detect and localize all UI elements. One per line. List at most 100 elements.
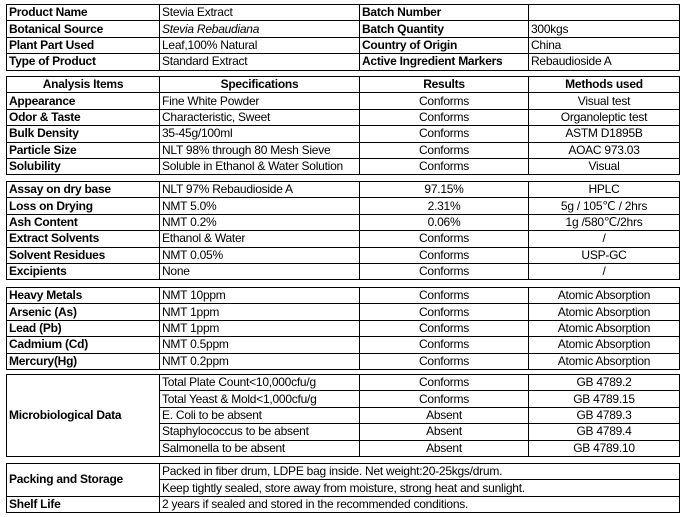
method: Atomic Absorption <box>528 303 680 321</box>
method: Visual test <box>528 92 680 110</box>
analysis-item: Particle Size <box>6 141 160 159</box>
table-row: Mercury(Hg) NMT 0.2ppm Conforms Atomic Abso… <box>6 352 680 370</box>
specification: Soluble in Ethanol & Water Solution <box>159 157 360 176</box>
specification: NMT 1ppm <box>159 303 360 321</box>
table-row: Loss on Drying NMT 5.0% 2.31% 5g / 105℃ / 2… <box>6 197 680 215</box>
result: Absent <box>359 439 529 457</box>
method: Visual <box>528 157 680 176</box>
method: AOAC 973.03 <box>528 141 680 159</box>
specification: NMT 0.5ppm <box>159 336 360 354</box>
table-row: Type of Product Standard Extract Active In… <box>6 53 680 71</box>
method: GB 4789.2 <box>528 373 680 392</box>
analysis-item: Extract Solvents <box>6 230 160 248</box>
result: Absent <box>359 423 529 441</box>
method: 1g /580℃/2hrs <box>528 213 680 232</box>
method: Atomic Absorption <box>528 336 680 354</box>
table-row: Packing and Storage Packed in fiber drum,… <box>6 462 680 497</box>
microbiological-table: Microbiological Data Total Plate Count<10… <box>6 373 680 457</box>
packing-text: Keep tightly sealed, store away from moi… <box>159 479 680 497</box>
specification: Salmonella to be absent <box>159 439 360 457</box>
field-value: Rebaudioside A <box>528 53 680 71</box>
specification: Total Yeast & Mold<1,000cfu/g <box>159 390 360 408</box>
table-row: Bulk Density 35-45g/100ml Conforms ASTM D18… <box>6 125 680 143</box>
analysis-item: Cadmium (Cd) <box>6 336 160 354</box>
result: Conforms <box>359 141 529 159</box>
field-value: Stevia Extract <box>159 3 360 22</box>
method: ASTM D1895B <box>528 125 680 143</box>
specification: Staphylococcus to be absent <box>159 423 360 441</box>
analysis-item: Solubility <box>6 157 160 176</box>
packing-text: Packed in fiber drum, LDPE bag inside. N… <box>159 462 680 481</box>
table-row: Appearance Fine White Powder Conforms Visua… <box>6 92 680 110</box>
analysis-item: Ash Content <box>6 213 160 232</box>
analysis-item: Solvent Residues <box>6 246 160 264</box>
table-row: Heavy Metals NMT 10ppm Conforms Atomic Abso… <box>6 286 680 305</box>
result: 0.06% <box>359 213 529 232</box>
field-label: Batch Quantity <box>359 20 529 38</box>
field-value: 300kgs <box>528 20 680 38</box>
table-row: Plant Part Used Leaf,100% Natural Country … <box>6 36 680 55</box>
table-row: Analysis Items Specifications Results Metho… <box>6 75 680 94</box>
shelf-life-label: Shelf Life <box>6 495 160 514</box>
field-value: Leaf,100% Natural <box>159 36 360 55</box>
table-row: Particle Size NLT 98% through 80 Mesh Sie… <box>6 141 680 159</box>
specification: NMT 1ppm <box>159 319 360 338</box>
result: Conforms <box>359 352 529 370</box>
field-value: Standard Extract <box>159 53 360 71</box>
table-row: Assay on dry base NLT 97% Rebaudioside A9… <box>6 180 680 199</box>
shelf-life-value: 2 years if sealed and stored in the reco… <box>159 495 680 514</box>
specification: Characteristic, Sweet <box>159 108 360 127</box>
specification: NMT 0.2% <box>159 213 360 232</box>
specification: E. Coli to be absent <box>159 406 360 425</box>
table-row: Arsenic (As) NMT 1ppm Conforms Atomic Absor… <box>6 303 680 321</box>
specification: NLT 97% Rebaudioside A <box>159 180 360 199</box>
field-value: China <box>528 36 680 55</box>
method: GB 4789.4 <box>528 423 680 441</box>
table-row: Cadmium (Cd) NMT 0.5ppm Conforms Atomic Abs… <box>6 336 680 354</box>
result: Conforms <box>359 230 529 248</box>
packing-label: Packing and Storage <box>6 463 160 497</box>
field-value <box>528 3 680 22</box>
analysis-item: Odor & Taste <box>6 108 160 127</box>
analysis-item: Arsenic (As) <box>6 303 160 321</box>
result: Conforms <box>359 319 529 338</box>
table-row: Lead (Pb) NMT 1ppm Conforms Atomic Absorpti… <box>6 319 680 338</box>
field-label: Plant Part Used <box>6 36 160 55</box>
result: Absent <box>359 406 529 425</box>
specification: Fine White Powder <box>159 92 360 110</box>
method: USP-GC <box>528 246 680 264</box>
method: 5g / 105℃ / 2hrs <box>528 197 680 215</box>
microbiological-label: Microbiological Data <box>6 374 160 457</box>
specification: 35-45g/100ml <box>159 125 360 143</box>
result: Conforms <box>359 303 529 321</box>
analysis-item: Lead (Pb) <box>6 319 160 338</box>
result: Conforms <box>359 390 529 408</box>
analysis-item: Excipients <box>6 262 160 281</box>
result: Conforms <box>359 108 529 127</box>
analysis-item: Appearance <box>6 92 160 110</box>
heavy-metals-table: Heavy Metals NMT 10ppm Conforms Atomic Abso… <box>6 286 680 370</box>
table-row: Microbiological Data Total Plate Count<10… <box>6 373 680 457</box>
method: Atomic Absorption <box>528 286 680 305</box>
specifications-header: Specifications <box>159 75 360 94</box>
table-row: Solubility Soluble in Ethanol & Water Sol… <box>6 157 680 176</box>
analysis-item: Bulk Density <box>6 125 160 143</box>
method: Atomic Absorption <box>528 352 680 370</box>
field-label: Type of Product <box>6 53 160 71</box>
method: GB 4789.10 <box>528 439 680 457</box>
specification: NMT 0.05% <box>159 246 360 264</box>
result: Conforms <box>359 92 529 110</box>
analysis-item: Heavy Metals <box>6 286 160 305</box>
field-label: Active Ingredient Markers <box>359 53 529 71</box>
table-row: Odor & Taste Characteristic, Sweet Conform… <box>6 108 680 127</box>
field-label: Country of Origin <box>359 36 529 55</box>
result: Conforms <box>359 336 529 354</box>
specification: Ethanol & Water <box>159 230 360 248</box>
method: / <box>528 262 680 281</box>
result: Conforms <box>359 157 529 176</box>
result: 2.31% <box>359 197 529 215</box>
table-row: Product Name Stevia Extract Batch Number <box>6 3 680 22</box>
method: HPLC <box>528 180 680 199</box>
chemical-analysis-table: Assay on dry base NLT 97% Rebaudioside A9… <box>6 180 680 281</box>
specification: NMT 5.0% <box>159 197 360 215</box>
